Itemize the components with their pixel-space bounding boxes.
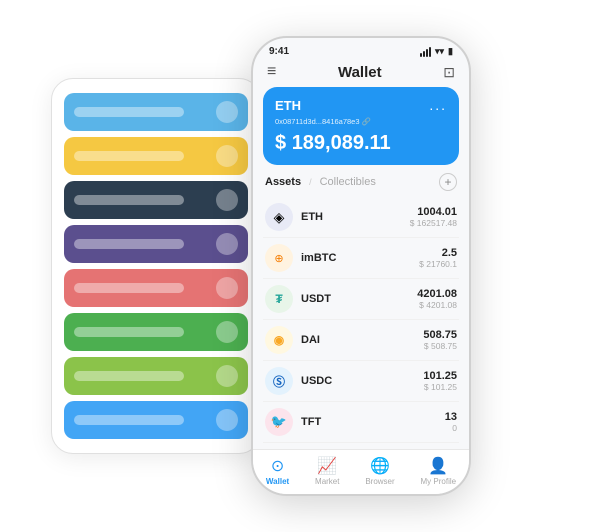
scan-icon[interactable]: ⊡ <box>443 64 455 81</box>
signal-icon <box>420 47 431 57</box>
dai-icon: ◉ <box>265 326 293 354</box>
usdc-icon: Ⓢ <box>265 367 293 395</box>
eth-card-address: 0x08711d3d...8416a78e3 🔗 <box>275 117 447 126</box>
token-row-usdc[interactable]: Ⓢ USDC 101.25 $ 101.25 <box>263 361 459 402</box>
assets-tabs: Assets / Collectibles <box>265 176 376 188</box>
token-list: ◈ ETH 1004.01 $ 162517.48 ⊕ imBTC 2.5 $ … <box>253 197 469 449</box>
token-amounts-imbtc: 2.5 $ 21760.1 <box>419 247 457 269</box>
profile-nav-label: My Profile <box>421 477 457 486</box>
eth-amount: 1004.01 <box>410 206 457 218</box>
eth-card-name: ETH <box>275 98 301 113</box>
token-row-dai[interactable]: ◉ DAI 508.75 $ 508.75 <box>263 320 459 361</box>
tft-amount: 13 <box>445 411 457 423</box>
eth-card-dots[interactable]: ... <box>429 97 447 113</box>
nav-market[interactable]: 📈 Market <box>315 456 339 486</box>
row-text <box>74 327 184 337</box>
imbtc-amount: 2.5 <box>419 247 457 259</box>
status-right: ▾▾ ▮ <box>420 46 453 57</box>
token-amounts-tft: 13 0 <box>445 411 457 433</box>
token-amounts-usdc: 101.25 $ 101.25 <box>423 370 457 392</box>
token-amounts-usdt: 4201.08 $ 4201.08 <box>417 288 457 310</box>
page-title: Wallet <box>338 64 382 81</box>
token-name-eth: ETH <box>301 211 410 223</box>
token-row-eth[interactable]: ◈ ETH 1004.01 $ 162517.48 <box>263 197 459 238</box>
token-row-usdt[interactable]: ₮ USDT 4201.08 $ 4201.08 <box>263 279 459 320</box>
profile-nav-icon: 👤 <box>428 456 448 476</box>
status-time: 9:41 <box>269 46 289 57</box>
row-text <box>74 415 184 425</box>
nav-browser[interactable]: 🌐 Browser <box>365 456 394 486</box>
eth-card-balance: $ 189,089.11 <box>275 132 447 155</box>
add-asset-button[interactable]: + <box>439 173 457 191</box>
tab-assets[interactable]: Assets <box>265 176 301 188</box>
row-icon <box>216 409 238 431</box>
row-text <box>74 283 184 293</box>
usdt-icon: ₮ <box>265 285 293 313</box>
token-row-imbtc[interactable]: ⊕ imBTC 2.5 $ 21760.1 <box>263 238 459 279</box>
row-icon <box>216 189 238 211</box>
tab-divider: / <box>309 177 312 187</box>
battery-icon: ▮ <box>448 46 453 57</box>
row-icon <box>216 145 238 167</box>
row-icon <box>216 101 238 123</box>
token-name-imbtc: imBTC <box>301 252 419 264</box>
row-text <box>74 239 184 249</box>
row-text <box>74 107 184 117</box>
eth-card[interactable]: ETH ... 0x08711d3d...8416a78e3 🔗 $ 189,0… <box>263 87 459 165</box>
card-stack <box>51 78 261 454</box>
nav-profile[interactable]: 👤 My Profile <box>421 456 457 486</box>
eth-usd: $ 162517.48 <box>410 218 457 228</box>
row-text <box>74 371 184 381</box>
token-name-tft: TFT <box>301 416 445 428</box>
token-amounts-eth: 1004.01 $ 162517.48 <box>410 206 457 228</box>
tab-collectibles[interactable]: Collectibles <box>320 176 376 188</box>
row-icon <box>216 277 238 299</box>
phone: 9:41 ▾▾ ▮ ≡ Wallet ⊡ ETH ... <box>251 36 471 496</box>
row-icon <box>216 365 238 387</box>
bottom-nav: ⊙ Wallet 📈 Market 🌐 Browser 👤 My Profile <box>253 449 469 494</box>
browser-nav-label: Browser <box>365 477 394 486</box>
stack-row-lightblue <box>64 401 248 439</box>
usdt-usd: $ 4201.08 <box>417 300 457 310</box>
nav-wallet[interactable]: ⊙ Wallet <box>266 456 289 486</box>
stack-row-dark <box>64 181 248 219</box>
token-name-usdt: USDT <box>301 293 417 305</box>
scene: 9:41 ▾▾ ▮ ≡ Wallet ⊡ ETH ... <box>11 11 591 521</box>
status-bar: 9:41 ▾▾ ▮ <box>253 38 469 61</box>
row-icon <box>216 321 238 343</box>
token-name-dai: DAI <box>301 334 423 346</box>
phone-header: ≡ Wallet ⊡ <box>253 61 469 87</box>
stack-row-purple <box>64 225 248 263</box>
row-text <box>74 151 184 161</box>
dai-usd: $ 508.75 <box>423 341 457 351</box>
eth-icon: ◈ <box>265 203 293 231</box>
stack-row-blue <box>64 93 248 131</box>
wifi-icon: ▾▾ <box>435 46 444 57</box>
row-icon <box>216 233 238 255</box>
dai-amount: 508.75 <box>423 329 457 341</box>
wallet-nav-icon: ⊙ <box>271 456 284 476</box>
eth-card-top: ETH ... <box>275 97 447 113</box>
imbtc-icon: ⊕ <box>265 244 293 272</box>
stack-row-red <box>64 269 248 307</box>
tft-icon: 🐦 <box>265 408 293 436</box>
browser-nav-icon: 🌐 <box>370 456 390 476</box>
market-nav-label: Market <box>315 477 339 486</box>
usdc-amount: 101.25 <box>423 370 457 382</box>
token-amounts-dai: 508.75 $ 508.75 <box>423 329 457 351</box>
row-text <box>74 195 184 205</box>
stack-row-lightgreen <box>64 357 248 395</box>
token-name-usdc: USDC <box>301 375 423 387</box>
stack-row-yellow <box>64 137 248 175</box>
assets-header: Assets / Collectibles + <box>253 173 469 197</box>
usdt-amount: 4201.08 <box>417 288 457 300</box>
usdc-usd: $ 101.25 <box>423 382 457 392</box>
imbtc-usd: $ 21760.1 <box>419 259 457 269</box>
tft-usd: 0 <box>445 423 457 433</box>
market-nav-icon: 📈 <box>317 456 337 476</box>
menu-icon[interactable]: ≡ <box>267 63 276 81</box>
token-row-tft[interactable]: 🐦 TFT 13 0 <box>263 402 459 443</box>
stack-row-green <box>64 313 248 351</box>
wallet-nav-label: Wallet <box>266 477 289 486</box>
